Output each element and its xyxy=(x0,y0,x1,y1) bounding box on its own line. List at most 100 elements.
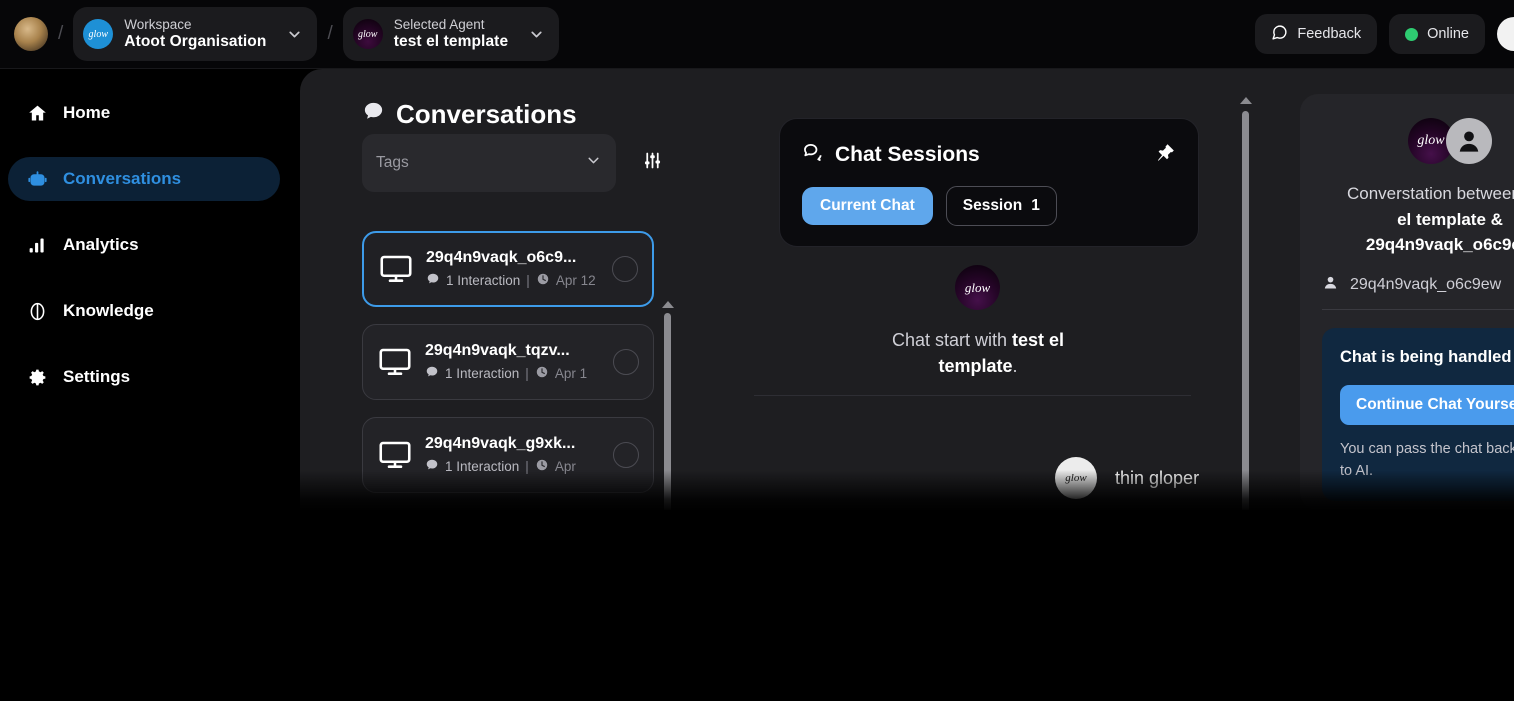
breadcrumb-separator-1: / xyxy=(58,23,64,44)
details-avatars: glow xyxy=(1322,118,1514,164)
chevron-down-icon[interactable] xyxy=(528,26,545,43)
filters-row: Tags xyxy=(362,134,663,192)
user-avatar xyxy=(1446,118,1492,164)
brain-icon xyxy=(26,300,48,322)
bar-chart-icon xyxy=(26,234,48,256)
sidebar-item-label: Knowledge xyxy=(63,301,154,320)
scrollbar-thumb[interactable] xyxy=(1242,111,1249,510)
chevron-down-icon[interactable] xyxy=(286,26,303,43)
interaction-count: 1 Interaction xyxy=(446,273,521,288)
conversation-details-panel: glow Converstation between test el templ… xyxy=(1300,94,1514,510)
brand-logo-icon[interactable] xyxy=(14,17,48,51)
feedback-label: Feedback xyxy=(1297,26,1362,42)
conversation-list-scrollbar[interactable] xyxy=(662,301,674,510)
scrollbar-thumb[interactable] xyxy=(664,313,671,510)
sidebar-item-settings[interactable]: Settings xyxy=(8,355,280,399)
chat-sessions-icon xyxy=(802,141,824,169)
details-user-row: 29q4n9vaqk_o6c9ew xyxy=(1322,274,1514,296)
conversation-checkbox[interactable] xyxy=(613,349,639,375)
notice-title: Chat is being handled by AI xyxy=(1340,347,1514,366)
conversation-title: 29q4n9vaqk_o6c9... xyxy=(426,249,577,266)
message-avatar: glow xyxy=(1055,457,1097,499)
workspace-selector[interactable]: glow Workspace Atoot Organisation xyxy=(73,7,318,61)
chat-divider xyxy=(754,395,1191,396)
top-bar: / glow Workspace Atoot Organisation / gl… xyxy=(0,0,1514,69)
app-root: / glow Workspace Atoot Organisation / gl… xyxy=(0,0,1514,701)
sidebar-item-label: Conversations xyxy=(63,169,182,188)
pin-icon[interactable] xyxy=(1155,142,1176,169)
interaction-count: 1 Interaction xyxy=(445,366,520,381)
chat-sessions-title: Chat Sessions xyxy=(835,143,980,166)
chat-start-suffix: . xyxy=(1012,356,1018,377)
conversation-meta: 1 Interaction | Apr 1 xyxy=(425,365,587,382)
chevron-down-icon[interactable] xyxy=(585,152,602,174)
gear-icon xyxy=(26,366,48,388)
workspace-avatar: glow xyxy=(83,19,114,49)
details-user-name: 29q4n9vaqk_o6c9ew xyxy=(1350,275,1502,293)
sidebar-item-knowledge[interactable]: Knowledge xyxy=(8,289,280,333)
user-avatar[interactable] xyxy=(1497,17,1514,51)
conversation-list-item[interactable]: 29q4n9vaqk_o6c9... 1 Interaction | Apr 1… xyxy=(362,231,654,307)
interaction-icon xyxy=(425,365,439,382)
scroll-up-arrow-icon[interactable] xyxy=(662,301,674,308)
sidebar-item-label: Settings xyxy=(63,367,131,386)
tab-session-number: 1 xyxy=(1031,197,1040,214)
chat-sessions-tabs: Current Chat Session 1 xyxy=(802,186,1176,226)
interaction-icon xyxy=(426,272,440,289)
continue-chat-button[interactable]: Continue Chat Yourself xyxy=(1340,385,1514,426)
feedback-icon xyxy=(1271,24,1288,45)
sidebar-item-analytics[interactable]: Analytics xyxy=(8,223,280,267)
robot-icon xyxy=(26,168,48,190)
tab-session-label: Session xyxy=(962,197,1023,214)
scroll-up-arrow-icon[interactable] xyxy=(1240,97,1252,104)
tab-current-chat[interactable]: Current Chat xyxy=(802,187,933,225)
tags-select[interactable]: Tags xyxy=(362,134,616,192)
clock-icon xyxy=(535,458,549,475)
breadcrumb-separator-2: / xyxy=(327,23,333,44)
status-badge[interactable]: Online xyxy=(1389,14,1485,54)
person-icon xyxy=(1322,274,1339,296)
conversation-checkbox[interactable] xyxy=(612,256,638,282)
workspace-label: Workspace xyxy=(124,17,192,33)
details-title: Converstation between test el template &… xyxy=(1322,181,1514,258)
agent-selector[interactable]: glow Selected Agent test el template xyxy=(342,7,560,61)
conversation-date: Apr xyxy=(554,459,576,474)
sidebar-item-conversations[interactable]: Conversations xyxy=(8,157,280,201)
ai-handling-notice: Chat is being handled by AI Continue Cha… xyxy=(1322,327,1514,501)
sidebar-item-home[interactable]: Home xyxy=(8,91,280,135)
notice-subtext-line-2: to AI. xyxy=(1340,462,1374,479)
conversation-checkbox[interactable] xyxy=(613,442,639,468)
interaction-icon xyxy=(425,458,439,475)
chat-bubble-icon xyxy=(362,99,385,130)
details-title-line-1: Converstation between test xyxy=(1346,184,1514,203)
status-label: Online xyxy=(1427,26,1469,42)
main-panel: Conversations Tags 29q4n9vaqk_o6c9... 1 … xyxy=(300,69,1514,510)
feedback-button[interactable]: Feedback xyxy=(1255,14,1378,54)
chat-message: glow thin gloper xyxy=(1055,457,1199,499)
conversation-date: Apr 1 xyxy=(554,366,588,381)
tags-placeholder: Tags xyxy=(376,154,409,171)
top-bar-actions: Feedback Online xyxy=(1255,14,1514,54)
chat-sessions-header: Chat Sessions xyxy=(802,141,1176,169)
chat-start-text: Chat start with test el template. xyxy=(850,327,1106,379)
conversation-title: 29q4n9vaqk_g9xk... xyxy=(425,435,576,452)
sidebar-item-label: Home xyxy=(63,103,111,122)
main-scrollbar[interactable] xyxy=(1240,97,1252,510)
notice-subtext: You can pass the chat back to AI. xyxy=(1340,439,1514,483)
clock-icon xyxy=(535,365,549,382)
details-title-line-2: el template & xyxy=(1397,209,1503,229)
sidebar-item-label: Analytics xyxy=(63,235,139,254)
chat-sessions-panel: Chat Sessions Current Chat Session 1 xyxy=(779,118,1199,247)
chat-start-prefix: Chat start with xyxy=(891,330,1012,350)
meta-separator: | xyxy=(525,459,529,474)
tab-session-1[interactable]: Session 1 xyxy=(945,186,1057,226)
agent-label: Selected Agent xyxy=(393,17,485,33)
conversation-list-item[interactable]: 29q4n9vaqk_g9xk... 1 Interaction | Apr xyxy=(362,417,654,493)
sliders-icon[interactable] xyxy=(642,150,663,176)
page-title: Conversations xyxy=(362,99,577,130)
chat-agent-avatar: glow xyxy=(955,265,1000,310)
notice-subtext-line-1: You can pass the chat back xyxy=(1340,441,1514,458)
details-title-line-3: 29q4n9vaqk_o6c9ew xyxy=(1365,235,1514,254)
monitor-icon xyxy=(377,344,413,380)
conversation-list-item[interactable]: 29q4n9vaqk_tqzv... 1 Interaction | Apr 1 xyxy=(362,324,654,400)
